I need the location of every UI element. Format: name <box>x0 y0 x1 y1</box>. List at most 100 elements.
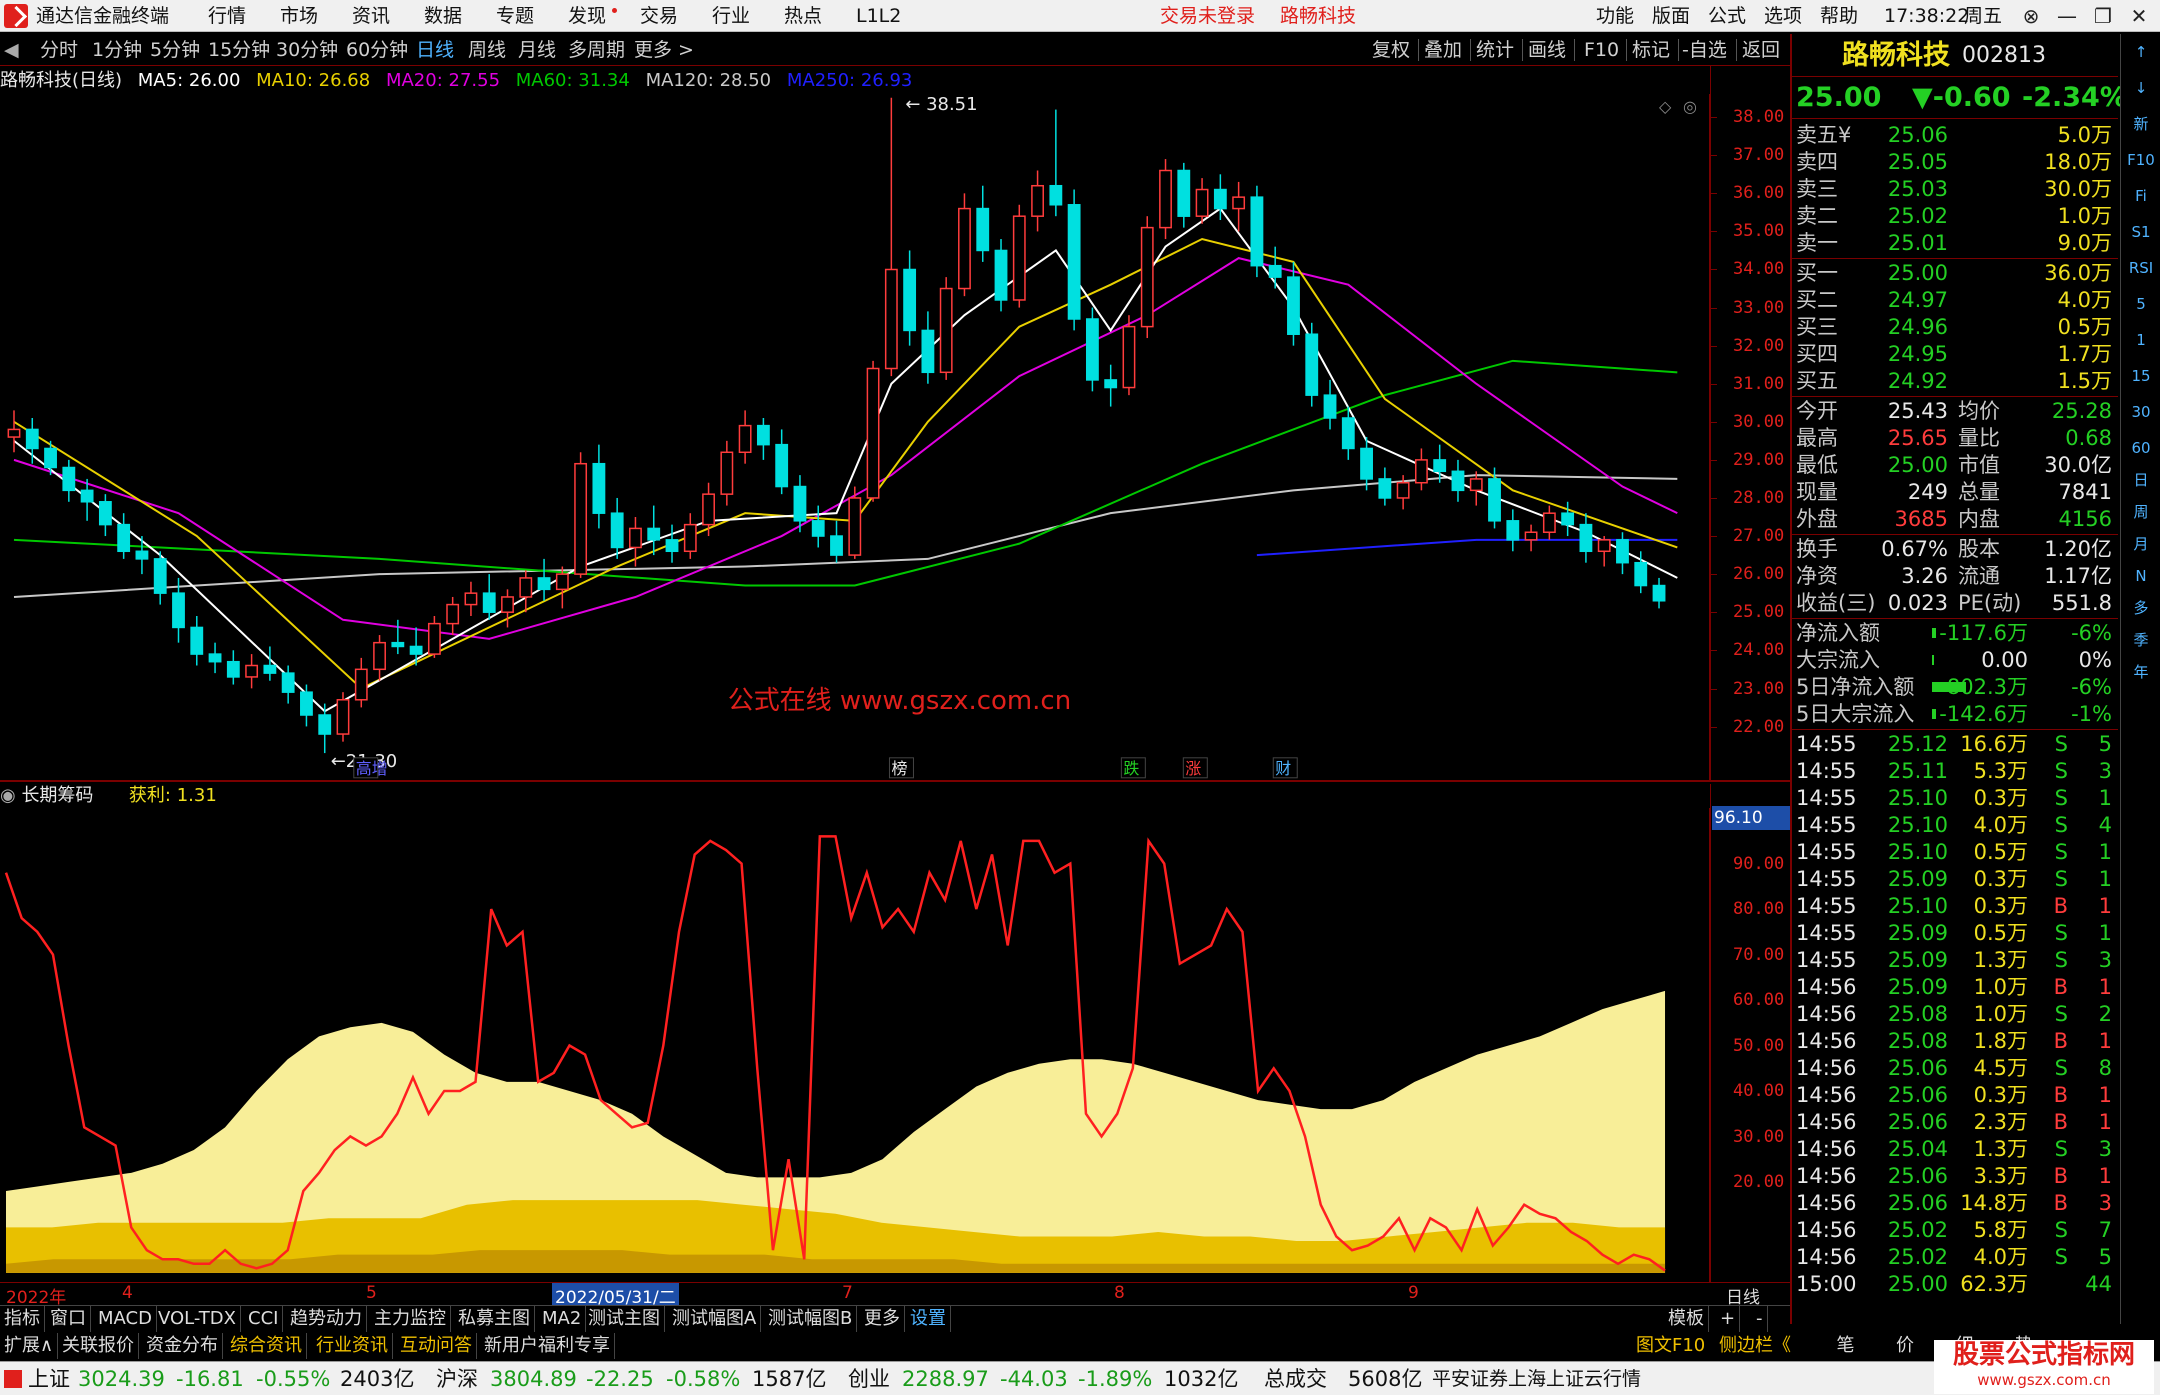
side-icon-14[interactable]: 月 <box>2127 532 2155 556</box>
hs-name[interactable]: 沪深 <box>436 1362 478 1395</box>
tick-row[interactable]: 14:55 25.09 1.3万 S 3 <box>1792 947 2118 974</box>
tab-zonghezixun[interactable]: 综合资讯 <box>226 1333 307 1359</box>
menu-jiaoyi[interactable]: 交易 <box>640 0 678 32</box>
tab-zijinfenbu[interactable]: 资金分布 <box>142 1333 223 1359</box>
kline-chart[interactable]: ← 38.51←21.30公式在线 www.gszx.com.cn高增榜跌涨财◇… <box>0 94 1710 782</box>
tab-tuwen-f10[interactable]: 图文F10 <box>1636 1335 1705 1356</box>
menu-xuanxiang[interactable]: 选项 <box>1764 0 1802 32</box>
menu-redian[interactable]: 热点 <box>784 0 822 32</box>
flow-row[interactable]: 5日大宗流入 -142.6万 -1% <box>1792 701 2118 728</box>
tick-row[interactable]: 14:56 25.08 1.0万 S 2 <box>1792 1001 2118 1028</box>
tick-row[interactable]: 14:56 25.02 5.8万 S 7 <box>1792 1217 2118 1244</box>
side-icon-4[interactable]: Fi <box>2127 184 2155 208</box>
stat-row[interactable]: 现量 249 总量 7841 <box>1792 479 2118 506</box>
tab-kuozhan[interactable]: 扩展∧ <box>0 1333 59 1359</box>
menu-zixun[interactable]: 资讯 <box>352 0 390 32</box>
sh-name[interactable]: 上证 <box>28 1362 70 1395</box>
indicator-toggle-icon[interactable]: ◉ <box>0 785 21 806</box>
sell-level[interactable]: 卖三 25.03 30.0万 <box>1792 176 2118 203</box>
tool-biaoji[interactable]: 标记 <box>1632 34 1670 66</box>
tab-ma2[interactable]: MA2 <box>538 1306 587 1332</box>
tab-guanlianbaojia[interactable]: 关联报价 <box>58 1333 139 1359</box>
period-daily[interactable]: 日线 <box>416 34 454 66</box>
sell-level[interactable]: 卖五¥ 25.06 5.0万 <box>1792 122 2118 149</box>
tool-diejia[interactable]: 叠加 <box>1424 34 1462 66</box>
menu-gongneng[interactable]: 功能 <box>1596 0 1634 32</box>
side-icon-8[interactable]: 1 <box>2127 328 2155 352</box>
side-icon-9[interactable]: 15 <box>2127 364 2155 388</box>
period-15min[interactable]: 15分钟 <box>208 34 270 66</box>
side-icon-10[interactable]: 30 <box>2127 400 2155 424</box>
tab-bi[interactable]: 笔 <box>1836 1335 1854 1356</box>
side-icon-16[interactable]: 多 <box>2127 596 2155 620</box>
side-icon-5[interactable]: S1 <box>2127 220 2155 244</box>
tick-row[interactable]: 14:56 25.06 14.8万 B 3 <box>1792 1190 2118 1217</box>
period-weekly[interactable]: 周线 <box>468 34 506 66</box>
side-icon-17[interactable]: 季 <box>2127 628 2155 652</box>
flow-row[interactable]: 大宗流入 0.00 0% <box>1792 647 2118 674</box>
stat-row[interactable]: 净资 3.26 流通 1.17亿 <box>1792 563 2118 590</box>
menu-l1l2[interactable]: L1L2 <box>856 0 901 32</box>
zoom-in-button[interactable]: + <box>1716 1306 1741 1332</box>
tick-row[interactable]: 14:56 25.02 4.0万 S 5 <box>1792 1244 2118 1271</box>
side-icon-2[interactable]: 新 <box>2127 112 2155 136</box>
period-monthly[interactable]: 月线 <box>518 34 556 66</box>
tab-xinyonghufuli[interactable]: 新用户福利专享 <box>480 1333 615 1359</box>
tick-row[interactable]: 14:56 25.06 2.3万 B 1 <box>1792 1109 2118 1136</box>
tool-fanhui[interactable]: 返回 <box>1742 34 1780 66</box>
tick-row[interactable]: 14:55 25.10 4.0万 S 4 <box>1792 812 2118 839</box>
login-status[interactable]: 交易未登录 <box>1160 0 1255 32</box>
tab-macd[interactable]: MACD <box>94 1306 157 1332</box>
side-icon-7[interactable]: 5 <box>2127 292 2155 316</box>
tab-ceshifutu-b[interactable]: 测试幅图B <box>764 1306 858 1332</box>
period-30min[interactable]: 30分钟 <box>276 34 338 66</box>
indicator-name[interactable]: 长期筹码 <box>21 785 93 806</box>
menu-bangzhu[interactable]: 帮助 <box>1820 0 1858 32</box>
tool-tongji[interactable]: 统计 <box>1476 34 1514 66</box>
stat-row[interactable]: 换手 0.67% 股本 1.20亿 <box>1792 536 2118 563</box>
sell-level[interactable]: 卖一 25.01 9.0万 <box>1792 230 2118 257</box>
tool-fuquan[interactable]: 复权 <box>1372 34 1410 66</box>
tick-row[interactable]: 14:55 25.11 5.3万 S 3 <box>1792 758 2118 785</box>
tool-zixuan[interactable]: -自选 <box>1682 34 1727 66</box>
side-icon-11[interactable]: 60 <box>2127 436 2155 460</box>
tab-vol-tdx[interactable]: VOL-TDX <box>154 1306 241 1332</box>
tab-hudongwenda[interactable]: 互动问答 <box>396 1333 477 1359</box>
menu-gongshi[interactable]: 公式 <box>1708 0 1746 32</box>
tick-row[interactable]: 14:56 25.08 1.8万 B 1 <box>1792 1028 2118 1055</box>
stat-row[interactable]: 最高 25.65 量比 0.68 <box>1792 425 2118 452</box>
cy-name[interactable]: 创业 <box>848 1362 890 1395</box>
side-icon-12[interactable]: 日 <box>2127 468 2155 492</box>
close-icon[interactable]: ✕ <box>2118 0 2160 32</box>
zoom-out-button[interactable]: - <box>1752 1306 1768 1332</box>
tab-zhulijiankong[interactable]: 主力监控 <box>370 1306 451 1332</box>
tick-row[interactable]: 14:55 25.10 0.3万 B 1 <box>1792 893 2118 920</box>
menu-shichang[interactable]: 市场 <box>280 0 318 32</box>
side-icon-3[interactable]: F10 <box>2127 148 2155 172</box>
flow-row[interactable]: 净流入额 -117.6万 -6% <box>1792 620 2118 647</box>
tab-zhibiao[interactable]: 指标 <box>0 1306 45 1332</box>
menu-zhuanti[interactable]: 专题 <box>496 0 534 32</box>
stat-row[interactable]: 今开 25.43 均价 25.28 <box>1792 398 2118 425</box>
menu-hangye[interactable]: 行业 <box>712 0 750 32</box>
tick-row[interactable]: 14:56 25.04 1.3万 S 3 <box>1792 1136 2118 1163</box>
period-60min[interactable]: 60分钟 <box>346 34 408 66</box>
sell-level[interactable]: 卖二 25.02 1.0万 <box>1792 203 2118 230</box>
tick-row[interactable]: 14:55 25.12 16.6万 S 5 <box>1792 731 2118 758</box>
buy-level[interactable]: 买四 24.95 1.7万 <box>1792 341 2118 368</box>
stat-row[interactable]: 外盘 3685 内盘 4156 <box>1792 506 2118 533</box>
collapse-icon[interactable]: ◀ <box>4 34 19 66</box>
menu-faxian[interactable]: 发现 <box>568 0 606 32</box>
menu-hangqing[interactable]: 行情 <box>208 0 246 32</box>
period-1min[interactable]: 1分钟 <box>92 34 142 66</box>
tick-row[interactable]: 14:56 25.09 1.0万 B 1 <box>1792 974 2118 1001</box>
menu-shuju[interactable]: 数据 <box>424 0 462 32</box>
tick-row[interactable]: 14:56 25.06 4.5万 S 8 <box>1792 1055 2118 1082</box>
side-icon-6[interactable]: RSI <box>2127 256 2155 280</box>
side-icon-13[interactable]: 周 <box>2127 500 2155 524</box>
tab-shezhi[interactable]: 设置 <box>906 1306 951 1332</box>
tab-cebianlan[interactable]: 侧边栏《 <box>1719 1335 1791 1356</box>
tab-jia[interactable]: 价 <box>1896 1335 1914 1356</box>
buy-level[interactable]: 买三 24.96 0.5万 <box>1792 314 2118 341</box>
tool-f10[interactable]: F10 <box>1584 34 1619 66</box>
